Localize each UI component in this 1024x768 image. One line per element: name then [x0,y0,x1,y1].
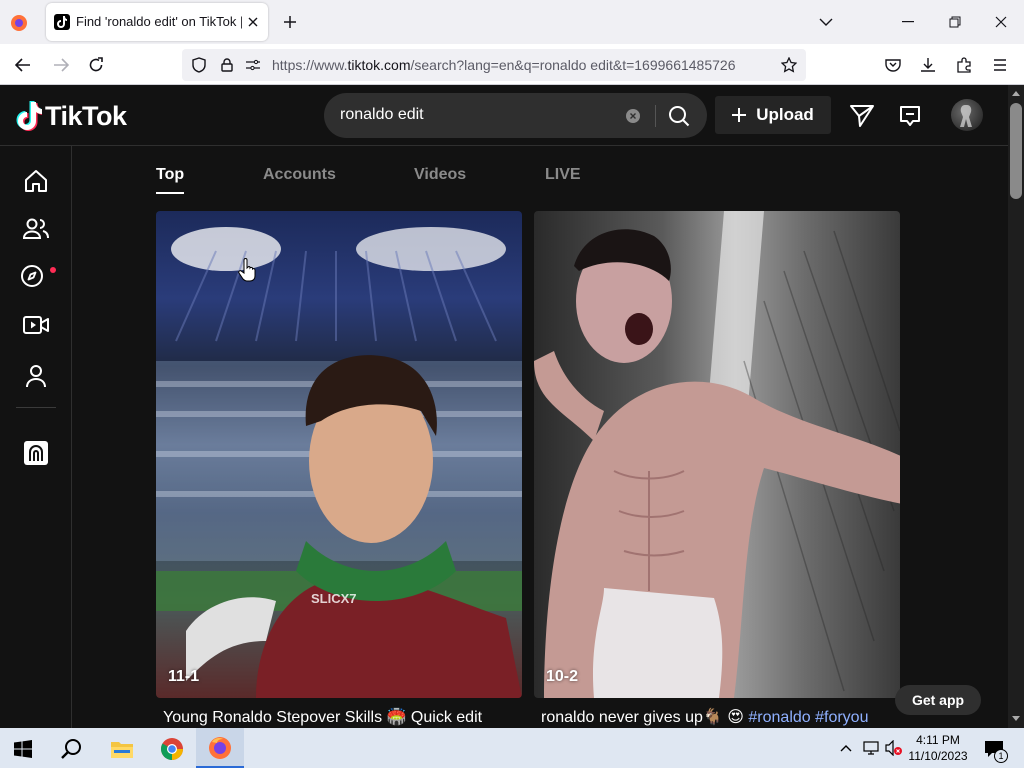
page-scrollbar[interactable] [1008,85,1024,728]
back-icon[interactable] [12,54,34,76]
scroll-down-icon[interactable] [1011,713,1021,723]
live-icon[interactable] [22,311,50,339]
messages-icon[interactable] [848,102,876,130]
clock-date: 11/10/2023 [908,749,968,763]
search-box[interactable]: ronaldo edit [324,93,707,138]
file-explorer-icon[interactable] [108,736,136,762]
extensions-icon[interactable] [953,54,975,76]
side-nav [0,146,72,728]
tracking-protection-icon[interactable] [190,56,208,74]
clock-time: 4:11 PM [916,733,960,747]
downloads-icon[interactable] [917,54,939,76]
volume-muted-icon[interactable] [885,739,903,757]
explore-icon[interactable] [18,262,46,290]
clear-search-icon[interactable] [624,107,642,125]
new-tab-icon[interactable] [280,12,300,32]
windows-start-icon[interactable] [12,738,34,760]
browser-nav-bar: https://www.tiktok.com/search?lang=en&q=… [0,44,1024,85]
home-icon[interactable] [22,167,50,195]
scrollbar-thumb[interactable] [1010,103,1022,199]
search-divider [655,105,656,127]
show-hidden-icons-icon[interactable] [838,740,854,756]
tab-videos[interactable]: Videos [414,166,466,184]
firefox-taskbar-button[interactable] [196,728,244,768]
taskbar: 4:11 PM 11/10/2023 1 [0,728,1024,768]
tab-accounts[interactable]: Accounts [263,166,336,184]
video-watermark: SLICX7 [311,591,357,606]
friends-icon[interactable] [22,215,50,243]
chrome-icon[interactable] [158,736,186,762]
lock-icon[interactable] [218,56,236,74]
bookmark-star-icon[interactable] [780,56,798,74]
minimize-icon[interactable] [898,12,918,32]
forward-icon[interactable] [50,54,72,76]
profile-icon[interactable] [22,362,50,390]
more-icon[interactable] [24,441,48,465]
url-bar[interactable]: https://www.tiktok.com/search?lang=en&q=… [182,49,806,81]
upload-label: Upload [756,105,814,124]
sidenav-divider [16,407,56,408]
video-caption[interactable]: Young Ronaldo Stepover Skills 🏟️ Quick e… [163,707,482,727]
browser-tab-bar: Find 'ronaldo edit' on TikTok | T [0,0,1024,44]
search-input[interactable]: ronaldo edit [340,106,424,124]
video-thumbnail [534,211,900,698]
scroll-up-icon[interactable] [1011,88,1021,98]
tiktok-note-icon [16,101,42,131]
browser-tab-active[interactable]: Find 'ronaldo edit' on TikTok | T [46,3,268,41]
pocket-icon[interactable] [882,54,904,76]
notification-badge: 1 [994,749,1008,763]
upload-button[interactable]: Upload [715,96,831,134]
avatar[interactable] [951,99,983,131]
system-clock[interactable]: 4:11 PM 11/10/2023 [905,732,971,764]
search-results: Top Accounts Videos LIVE SLICX7 11-1 You… [72,146,1008,728]
plus-icon [732,108,747,122]
firefox-menu-icon[interactable] [8,12,30,34]
tab-title: Find 'ronaldo edit' on TikTok | T [76,14,242,29]
video-card[interactable]: 10-2 [534,211,900,698]
search-icon[interactable] [666,104,692,128]
restore-icon[interactable] [945,12,965,32]
video-caption-text: Young Ronaldo Stepover Skills 🏟️ Quick e… [163,709,483,726]
get-app-button[interactable]: Get app [895,685,981,715]
video-card[interactable]: SLICX7 11-1 [156,211,522,698]
search-icon[interactable] [58,736,84,762]
tiktok-logo[interactable]: TikTok [16,100,127,132]
tiktok-favicon-icon [54,14,70,30]
tiktok-header: TikTok ronaldo edit Upload [0,85,1008,146]
tab-live[interactable]: LIVE [545,166,581,184]
app-menu-icon[interactable] [989,54,1011,76]
tab-top[interactable]: Top [156,166,184,184]
reload-icon[interactable] [85,54,107,76]
tab-top-underline [156,192,184,194]
video-count: 11-1 [168,668,200,685]
permissions-icon[interactable] [244,56,262,74]
firefox-icon [208,736,232,760]
list-tabs-icon[interactable] [816,12,836,32]
inbox-icon[interactable] [896,102,924,130]
notification-dot [50,267,56,273]
url-text: https://www.tiktok.com/search?lang=en&q=… [272,57,736,73]
video-caption[interactable]: ronaldo never gives up🐐 😍 #ronaldo #fory… [541,707,868,727]
video-count: 10-2 [546,668,579,685]
video-caption-text: ronaldo never gives up🐐 😍 [541,709,744,726]
video-thumbnail: SLICX7 [156,227,522,698]
video-hashtags[interactable]: #ronaldo #foryou [748,709,868,726]
close-window-icon[interactable] [991,12,1011,32]
close-tab-icon[interactable] [244,13,262,31]
network-icon[interactable] [862,739,880,757]
hand-cursor-icon [238,258,256,282]
tiktok-logo-text: TikTok [45,100,127,131]
